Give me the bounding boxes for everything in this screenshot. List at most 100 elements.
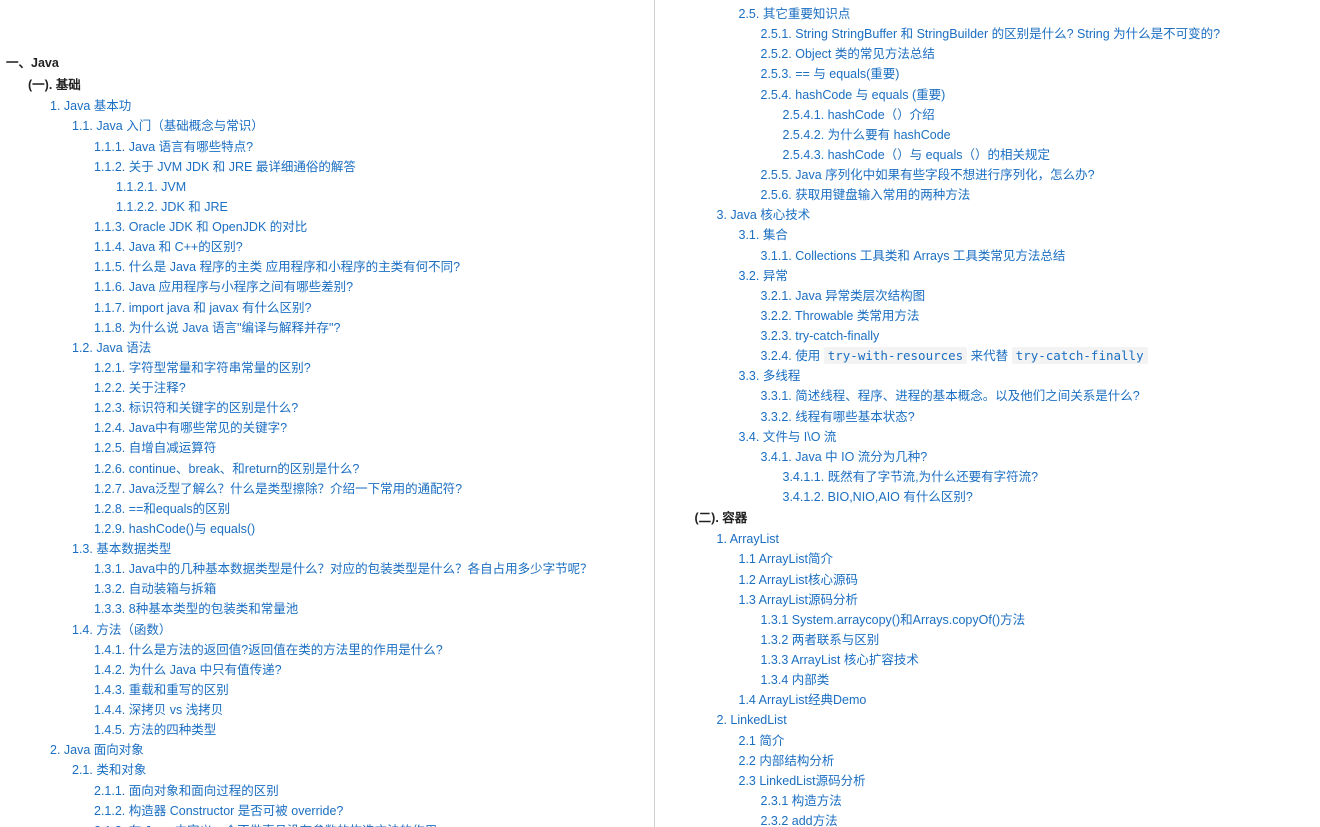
toc-link[interactable]: 1.1.5. 什么是 Java 程序的主类 应用程序和小程序的主类有何不同?	[94, 257, 648, 277]
toc-link[interactable]: 1.2.8. ==和equals的区别	[94, 499, 648, 519]
toc-link[interactable]: 3. Java 核心技术	[717, 205, 1315, 225]
toc-link[interactable]: 1.3.2. 自动装箱与拆箱	[94, 579, 648, 599]
toc-link[interactable]: 2.1. 类和对象	[72, 760, 648, 780]
toc-link[interactable]: 2.5.6. 获取用键盘输入常用的两种方法	[761, 185, 1315, 205]
toc-link[interactable]: 1.2.7. Java泛型了解么？什么是类型擦除？介绍一下常用的通配符?	[94, 479, 648, 499]
toc-link[interactable]: 2. Java 面向对象	[50, 740, 648, 760]
toc-link[interactable]: 1.3.4 内部类	[761, 670, 1315, 690]
toc-link[interactable]: 1.2.4. Java中有哪些常见的关键字?	[94, 418, 648, 438]
toc-item: 1.1.2.2. JDK 和 JRE	[6, 197, 648, 217]
toc-item: 1.2.7. Java泛型了解么？什么是类型擦除？介绍一下常用的通配符?	[6, 479, 648, 499]
toc-item: 1.4.4. 深拷贝 vs 浅拷贝	[6, 700, 648, 720]
toc-link[interactable]: 3.4. 文件与 I\O 流	[739, 427, 1315, 447]
toc-link[interactable]: 1.3 ArrayList源码分析	[739, 590, 1315, 610]
toc-link[interactable]: 3.3. 多线程	[739, 366, 1315, 386]
toc-link[interactable]: 2. LinkedList	[717, 710, 1315, 730]
toc-link[interactable]: 2.1.2. 构造器 Constructor 是否可被 override?	[94, 801, 648, 821]
toc-link[interactable]: 2.5.4.2. 为什么要有 hashCode	[783, 125, 1315, 145]
toc-item: 1.1.7. import java 和 javax 有什么区别?	[6, 298, 648, 318]
toc-link[interactable]: 1.2.3. 标识符和关键字的区别是什么?	[94, 398, 648, 418]
toc-link[interactable]: 1.4.4. 深拷贝 vs 浅拷贝	[94, 700, 648, 720]
toc-item: 2.1.1. 面向对象和面向过程的区别	[6, 781, 648, 801]
toc-link[interactable]: 2.1.3. 在 Java 中定义一个不做事且没有参数的构造方法的作用	[94, 821, 648, 827]
toc-link[interactable]: 2.5.2. Object 类的常见方法总结	[761, 44, 1315, 64]
toc-link[interactable]: 1.1.2.2. JDK 和 JRE	[116, 197, 648, 217]
toc-link[interactable]: 1.2.2. 关于注释?	[94, 378, 648, 398]
toc-link[interactable]: 3.1.1. Collections 工具类和 Arrays 工具类常见方法总结	[761, 246, 1315, 266]
toc-link[interactable]: 1.4.3. 重载和重写的区别	[94, 680, 648, 700]
toc-heading: 一、Java	[6, 52, 648, 74]
toc-link[interactable]: 2.5.4.3. hashCode（）与 equals（）的相关规定	[783, 145, 1315, 165]
toc-item: 2.3.2 add方法	[673, 811, 1315, 827]
toc-link[interactable]: 3.4.1. Java 中 IO 流分为几种?	[761, 447, 1315, 467]
toc-item: 3.2.3. try-catch-finally	[673, 326, 1315, 346]
toc-link[interactable]: 1.2.6. continue、break、和return的区别是什么?	[94, 459, 648, 479]
toc-link[interactable]: 1.2 ArrayList核心源码	[739, 570, 1315, 590]
toc-link[interactable]: 1.2. Java 语法	[72, 338, 648, 358]
toc-item: 2.5.4.2. 为什么要有 hashCode	[673, 125, 1315, 145]
toc-item: 1.3.2. 自动装箱与拆箱	[6, 579, 648, 599]
toc-link[interactable]: 1.3.2 两者联系与区别	[761, 630, 1315, 650]
toc-link[interactable]: 1.3. 基本数据类型	[72, 539, 648, 559]
toc-item: 2.1. 类和对象	[6, 760, 648, 780]
toc-link[interactable]: 3.2. 异常	[739, 266, 1315, 286]
toc-item: 1.1.2.1. JVM	[6, 177, 648, 197]
toc-link[interactable]: 1.1 ArrayList简介	[739, 549, 1315, 569]
toc-link[interactable]: 3.4.1.2. BIO,NIO,AIO 有什么区别?	[783, 487, 1315, 507]
toc-link[interactable]: 2.3.1 构造方法	[761, 791, 1315, 811]
toc-link[interactable]: 1.3.3. 8种基本类型的包装类和常量池	[94, 599, 648, 619]
toc-link[interactable]: 2.5.3. == 与 equals(重要)	[761, 64, 1315, 84]
toc-item: 2.5.1. String StringBuffer 和 StringBuild…	[673, 24, 1315, 44]
toc-link[interactable]: 3.2.2. Throwable 类常用方法	[761, 306, 1315, 326]
toc-link[interactable]: 1. ArrayList	[717, 529, 1315, 549]
toc-item: 3.4. 文件与 I\O 流	[673, 427, 1315, 447]
toc-link[interactable]: 2.5.5. Java 序列化中如果有些字段不想进行序列化，怎么办?	[761, 165, 1315, 185]
toc-link[interactable]: 2.3 LinkedList源码分析	[739, 771, 1315, 791]
toc-link[interactable]: 1.2.9. hashCode()与 equals()	[94, 519, 648, 539]
toc-item: 1.3.2 两者联系与区别	[673, 630, 1315, 650]
toc-link[interactable]: 3.3.2. 线程有哪些基本状态?	[761, 407, 1315, 427]
toc-link[interactable]: 3.2.4. 使用 try-with-resources 来代替 try-cat…	[761, 346, 1315, 366]
toc-link[interactable]: 2.1 简介	[739, 731, 1315, 751]
toc-link[interactable]: 1.1. Java 入门（基础概念与常识）	[72, 116, 648, 136]
toc-link[interactable]: 3.3.1. 简述线程、程序、进程的基本概念。以及他们之间关系是什么?	[761, 386, 1315, 406]
toc-link[interactable]: 1.2.1. 字符型常量和字符串常量的区别?	[94, 358, 648, 378]
toc-link[interactable]: 1.1.4. Java 和 C++的区别?	[94, 237, 648, 257]
toc-link[interactable]: 2.2 内部结构分析	[739, 751, 1315, 771]
toc-link[interactable]: 1.4. 方法（函数）	[72, 620, 648, 640]
toc-link[interactable]: 1.2.5. 自增自减运算符	[94, 438, 648, 458]
toc-link[interactable]: 3.1. 集合	[739, 225, 1315, 245]
toc-link[interactable]: 3.4.1.1. 既然有了字节流,为什么还要有字符流?	[783, 467, 1315, 487]
toc-link[interactable]: 1.1.2.1. JVM	[116, 177, 648, 197]
toc-link[interactable]: 1.1.7. import java 和 javax 有什么区别?	[94, 298, 648, 318]
toc-link[interactable]: 1.1.1. Java 语言有哪些特点?	[94, 137, 648, 157]
toc-item: 2.5. 其它重要知识点	[673, 4, 1315, 24]
toc-link[interactable]: 1. Java 基本功	[50, 96, 648, 116]
toc-link[interactable]: 1.4.5. 方法的四种类型	[94, 720, 648, 740]
text: 来代替	[967, 349, 1011, 363]
toc-link[interactable]: 1.4.2. 为什么 Java 中只有值传递?	[94, 660, 648, 680]
toc-link[interactable]: 2.5. 其它重要知识点	[739, 4, 1315, 24]
toc-link[interactable]: 1.3.1. Java中的几种基本数据类型是什么？对应的包装类型是什么？各自占用…	[94, 559, 648, 579]
toc-item: 1.4.5. 方法的四种类型	[6, 720, 648, 740]
toc-item: 3.4.1. Java 中 IO 流分为几种?	[673, 447, 1315, 467]
toc-link[interactable]: 2.5.4.1. hashCode（）介绍	[783, 105, 1315, 125]
toc-link[interactable]: 2.3.2 add方法	[761, 811, 1315, 827]
toc-link[interactable]: 1.1.6. Java 应用程序与小程序之间有哪些差别?	[94, 277, 648, 297]
toc-link[interactable]: 1.1.8. 为什么说 Java 语言"编译与解释并存"?	[94, 318, 648, 338]
toc-item: 2. LinkedList	[673, 710, 1315, 730]
toc-link[interactable]: 1.3.1 System.arraycopy()和Arrays.copyOf()…	[761, 610, 1315, 630]
toc-link[interactable]: 2.1.1. 面向对象和面向过程的区别	[94, 781, 648, 801]
toc-link[interactable]: 3.2.1. Java 异常类层次结构图	[761, 286, 1315, 306]
toc-link[interactable]: 1.1.2. 关于 JVM JDK 和 JRE 最详细通俗的解答	[94, 157, 648, 177]
toc-link[interactable]: 3.2.3. try-catch-finally	[761, 326, 1315, 346]
toc-link[interactable]: 1.1.3. Oracle JDK 和 OpenJDK 的对比	[94, 217, 648, 237]
toc-item: 一、Java	[6, 52, 648, 74]
toc-link[interactable]: 1.3.3 ArrayList 核心扩容技术	[761, 650, 1315, 670]
toc-link[interactable]: 2.5.1. String StringBuffer 和 StringBuild…	[761, 24, 1315, 44]
toc-link[interactable]: 1.4 ArrayList经典Demo	[739, 690, 1315, 710]
toc-item: 1.2 ArrayList核心源码	[673, 570, 1315, 590]
toc-link[interactable]: 1.4.1. 什么是方法的返回值?返回值在类的方法里的作用是什么?	[94, 640, 648, 660]
toc-link[interactable]: 2.5.4. hashCode 与 equals (重要)	[761, 85, 1315, 105]
toc-item: 1.1.1. Java 语言有哪些特点?	[6, 137, 648, 157]
